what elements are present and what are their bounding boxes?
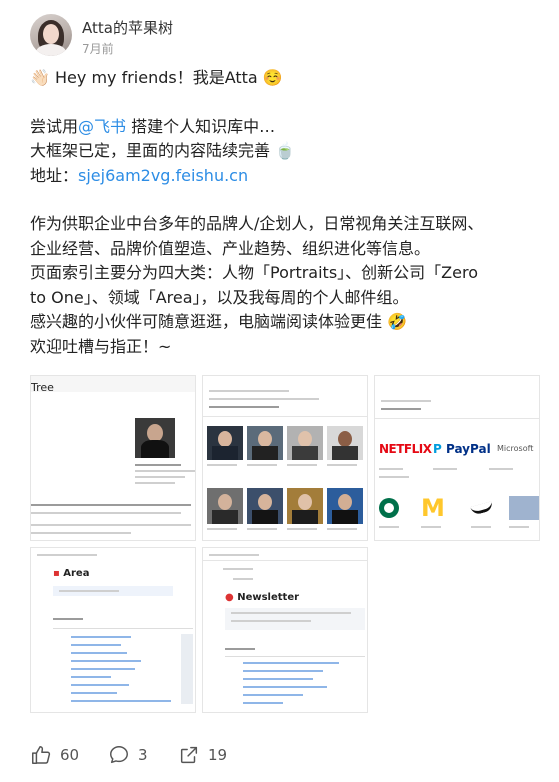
image-thumbnail[interactable] [202,375,368,541]
comment-icon [110,746,128,764]
like-button[interactable]: 60 [30,744,79,766]
tea-icon: 🍵 [275,141,296,160]
paypal-logo: P PayPal [433,442,491,456]
url-link[interactable]: sjej6am2vg.feishu.cn [78,166,248,185]
laugh-icon: 🤣 [387,312,408,331]
portrait-photo [135,418,175,458]
thumb-title: ● Newsletter [225,592,300,603]
image-thumbnail[interactable]: ▪ Area [30,547,196,713]
post-line: 欢迎吐槽与指正！~ [30,336,172,356]
post-body: 👋🏻 Hey my friends！我是Atta ☺️ 尝试用@飞书 搭建个人知… [30,66,545,359]
post-line: to One」、领域「Area」，以及我每周的个人邮件组。 [30,287,409,307]
thumb-title: ▪ Area [53,568,90,579]
comment-button[interactable]: 3 [108,744,148,766]
post-line: 作为供职企业中台多年的品牌人/企划人，日常视角关注互联网、 [30,214,484,233]
image-thumbnail[interactable]: Tree [30,375,196,541]
post-line: 感兴趣的小伙伴可随意逛逛，电脑端阅读体验更佳 🤣 [30,310,545,335]
nike-logo [470,501,494,516]
share-count: 19 [208,746,228,764]
post-line: 企业经营、品牌价值塑造、产业趋势、组织进化等信息。 [30,238,431,258]
avatar[interactable] [30,14,72,56]
netflix-logo: NETFLIX [379,442,432,456]
action-bar: 60 3 19 [30,744,430,772]
image-thumbnail[interactable]: NETFLIX P PayPal Microsoft M [374,375,540,541]
microsoft-logo: Microsoft [497,444,534,453]
mention-link[interactable]: @飞书 [78,117,126,136]
post-line: 页面索引主要分为四大类：人物「Portraits」、创新公司「Zero [30,263,478,282]
post-time: 7月前 [82,42,114,56]
mcdonalds-logo: M [421,494,445,522]
share-icon [180,746,198,764]
like-count: 60 [60,746,80,764]
starbucks-logo [379,498,399,518]
thumbs-up-icon [32,746,51,764]
post-line: 大框架已定，里面的内容陆续完善 🍵 [30,139,545,164]
smile-icon: ☺️ [262,68,283,87]
post-line: 尝试用@飞书 搭建个人知识库中… [30,116,276,136]
wave-icon: 👋🏻 [30,68,50,87]
company-logo [509,496,539,520]
image-thumbnail[interactable]: ● Newsletter [202,547,368,713]
thumb-title: Tree [31,381,54,394]
comment-count: 3 [138,746,148,764]
post-line: 地址：sjej6am2vg.feishu.cn [30,165,249,185]
author-name[interactable]: Atta的苹果树 [82,17,173,38]
post-line: 👋🏻 Hey my friends！我是Atta ☺️ [30,66,545,91]
share-button[interactable]: 19 [178,744,227,766]
